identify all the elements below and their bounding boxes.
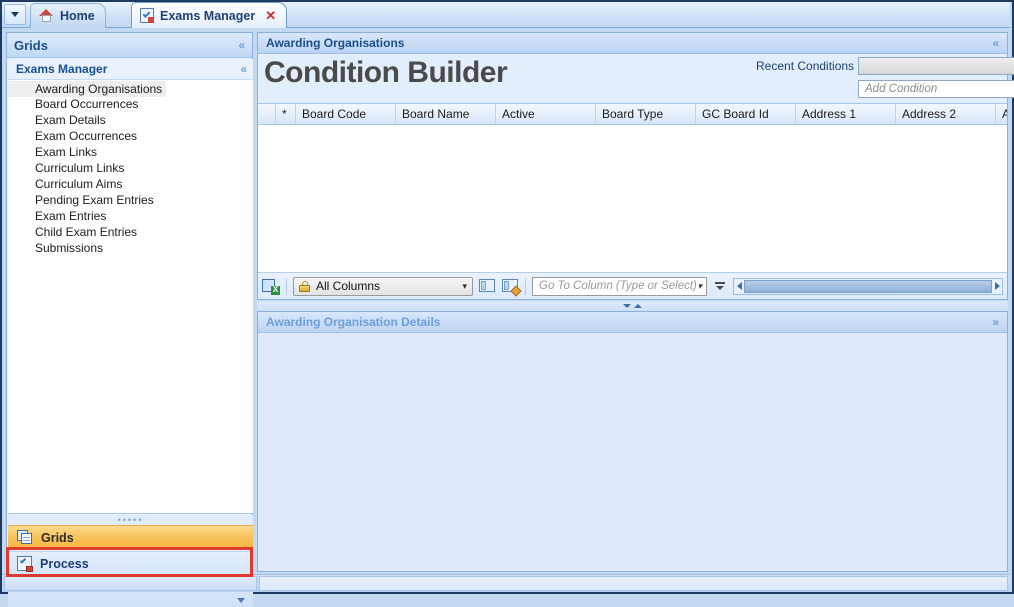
grid-column-asterisk[interactable]: * [276,104,296,124]
grid-panel-title: Awarding Organisations [266,36,404,50]
grid-column-address-2[interactable]: Address 2 [896,104,996,124]
sidebar-button-process[interactable]: Process [8,551,253,576]
sidebar-title: Grids [14,38,48,53]
toolbar-divider [286,278,287,295]
details-panel-title: Awarding Organisation Details [266,315,440,329]
panel-splitter[interactable] [257,301,1008,311]
tab-home-label: Home [60,9,95,23]
tab-strip: Home Exams Manager ✕ [2,2,1010,28]
scrollbar-thumb[interactable] [744,280,992,293]
columns-filter-label: All Columns [316,279,380,293]
grid-column-header-row: * Board Code Board Name Active Board Typ… [258,104,1007,125]
export-to-excel-icon[interactable]: X [262,278,280,295]
tab-close-icon[interactable]: ✕ [265,9,276,22]
details-panel-header: Awarding Organisation Details » [258,312,1007,333]
arrow-left-icon[interactable] [734,279,744,294]
column-edit-icon[interactable] [502,278,519,294]
sidebar-item-exam-details[interactable]: Exam Details [8,112,253,128]
status-bar-left-pane [4,576,257,591]
chevron-down-icon: ▾ [462,281,467,292]
awarding-organisation-details-panel: Awarding Organisation Details » [257,311,1008,572]
exams-document-icon [140,8,154,23]
grids-icon [17,530,33,545]
grid-rows-area[interactable] [258,125,1007,280]
tab-exams-manager[interactable]: Exams Manager ✕ [131,2,287,28]
grid-panel-header: Awarding Organisations « [258,33,1007,54]
sidebar-item-exam-occurrences[interactable]: Exam Occurrences [8,128,253,144]
chevron-up-icon[interactable]: « [992,37,999,49]
grid-column-gc-board-id[interactable]: GC Board Id [696,104,796,124]
sidebar-button-grids[interactable]: Grids [8,525,253,550]
condition-builder-bar: Condition Builder Recent Conditions Add … [258,54,1007,104]
columns-filter-dropdown[interactable]: All Columns ▾ [293,277,473,296]
tab-home[interactable]: Home [30,3,106,28]
chevron-down-icon[interactable] [237,598,245,603]
recent-conditions-label: Recent Conditions [756,59,854,73]
sidebar-item-curriculum-links[interactable]: Curriculum Links [8,160,253,176]
triangle-down-icon[interactable] [623,304,631,308]
sidebar-header: Grids « [7,33,252,58]
chevron-double-up-icon[interactable]: « [240,63,247,75]
row-height-icon[interactable] [713,277,727,295]
sidebar-item-child-exam-entries[interactable]: Child Exam Entries [8,224,253,240]
grid-column-active[interactable]: Active [496,104,596,124]
triangle-up-icon[interactable] [634,304,642,308]
chevron-double-left-icon[interactable]: « [238,39,245,51]
grid-column-board-code[interactable]: Board Code [296,104,396,124]
arrow-right-icon[interactable] [992,279,1002,294]
toolbar-divider [525,278,526,295]
sidebar-item-awarding-organisations[interactable]: Awarding Organisations [8,81,166,97]
home-icon [39,9,54,23]
sidebar-panel: Grids « Exams Manager « Awarding Organis… [6,32,253,572]
sidebar-item-board-occurrences[interactable]: Board Occurrences [8,96,253,112]
grid-column-selector[interactable] [258,104,276,124]
recent-conditions-dropdown[interactable] [858,57,1014,75]
condition-builder-title: Condition Builder [264,58,507,88]
sidebar-nav-list: Exams Manager « Awarding Organisations B… [8,59,253,514]
tab-exams-manager-label: Exams Manager [160,9,255,23]
sidebar-button-grids-label: Grids [41,531,74,545]
tab-list-dropdown-button[interactable] [4,4,26,25]
horizontal-scrollbar[interactable] [733,278,1003,295]
sidebar-item-curriculum-aims[interactable]: Curriculum Aims [8,176,253,192]
goto-column-placeholder: Go To Column (Type or Select) [539,280,697,292]
grid-column-board-name[interactable]: Board Name [396,104,496,124]
chevron-down-icon [11,12,19,17]
grid-toolbar: X All Columns ▾ Go To Column (Type or Se… [258,272,1007,299]
lock-icon [299,281,310,292]
sidebar-item-submissions[interactable]: Submissions [8,240,253,256]
sidebar-button-process-label: Process [40,557,89,571]
awarding-organisations-grid-panel: Awarding Organisations « Condition Build… [257,32,1008,300]
grid-column-address-1[interactable]: Address 1 [796,104,896,124]
chevron-double-down-icon[interactable]: » [992,316,999,328]
chevron-down-icon: ▾ [697,281,702,292]
grid-column-board-type[interactable]: Board Type [596,104,696,124]
status-bar-right-pane [259,576,1008,591]
process-icon [17,556,32,571]
column-layout-icon[interactable] [479,278,496,294]
sidebar-group-label: Exams Manager [16,62,107,76]
grid-column-address-3[interactable]: Ad [996,104,1007,124]
sidebar-group-exams-manager[interactable]: Exams Manager « [8,59,253,80]
goto-column-input[interactable]: Go To Column (Type or Select) ▾ [532,277,707,296]
sidebar-item-pending-exam-entries[interactable]: Pending Exam Entries [8,192,253,208]
sidebar-item-exam-entries[interactable]: Exam Entries [8,208,253,224]
sidebar-resize-grip[interactable]: ••••• [8,515,253,525]
sidebar-item-exam-links[interactable]: Exam Links [8,144,253,160]
status-bar [2,574,1010,592]
add-condition-placeholder: Add Condition [865,83,937,95]
add-condition-dropdown[interactable]: Add Condition [858,80,1014,98]
